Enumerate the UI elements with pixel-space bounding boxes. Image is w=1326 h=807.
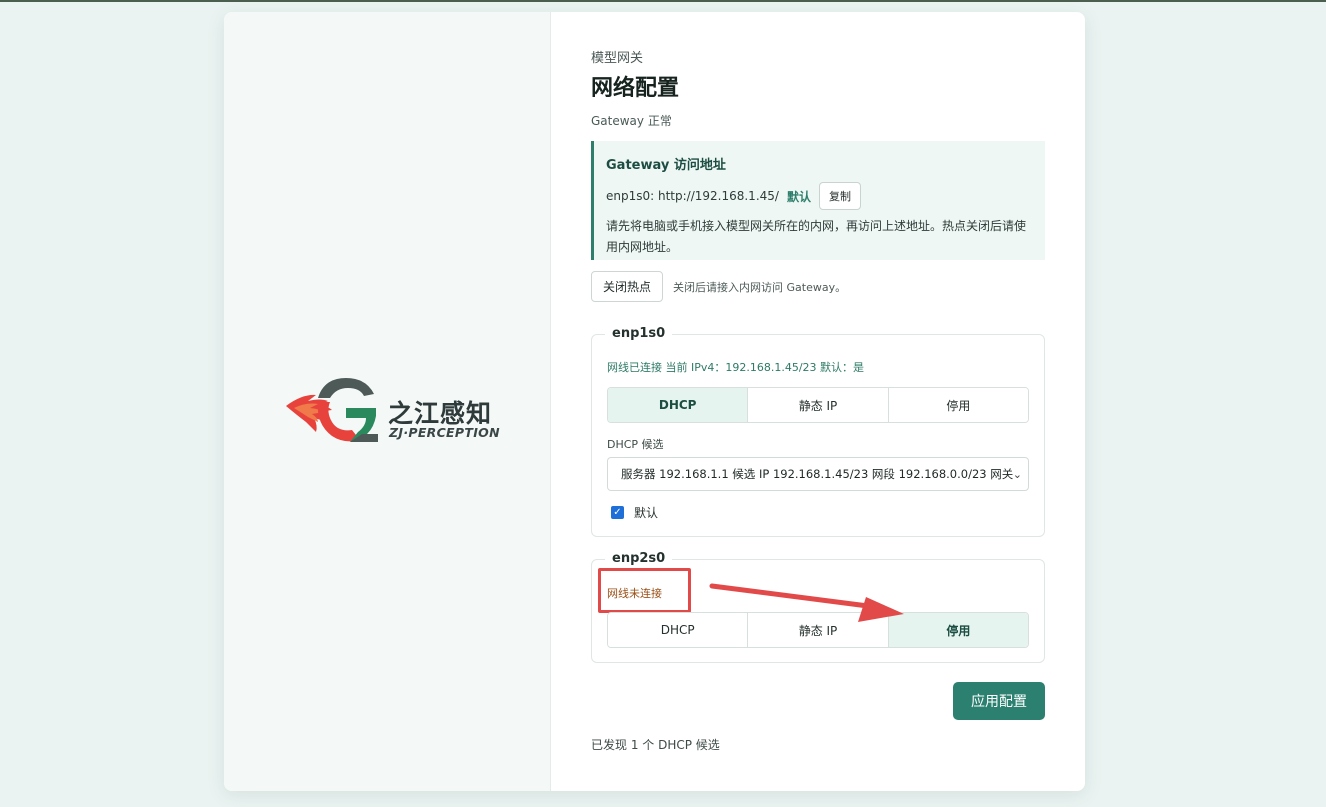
- mode-disabled[interactable]: 停用: [888, 388, 1028, 422]
- interface-status: 网线已连接 当前 IPv4：192.168.1.45/23 默认：是: [607, 361, 865, 374]
- page-title: 网络配置: [591, 76, 680, 101]
- notice-description: 请先将电脑或手机接入模型网关所在的内网，再访问上述地址。热点关闭后请使用内网地址…: [606, 219, 1027, 254]
- interface-name: enp2s0: [605, 551, 673, 566]
- dhcp-candidate-label: DHCP 候选: [607, 438, 664, 451]
- default-tag: 默认: [786, 189, 811, 204]
- mode-static-ip[interactable]: 静态 IP: [748, 388, 889, 422]
- address-row: enp1s0: http://192.168.1.45/ 默认 复制: [606, 182, 1033, 210]
- interface-name: enp1s0: [605, 326, 673, 341]
- logo-g-icon: [286, 378, 378, 442]
- mode-disabled[interactable]: 停用: [888, 613, 1028, 647]
- access-address: enp1s0: http://192.168.1.45/: [606, 189, 779, 203]
- mode-selector: DHCP 静态 IP 停用: [607, 387, 1029, 423]
- notice-title: Gateway 访问地址: [606, 158, 726, 173]
- brand-panel: 之江感知 ZJ·PERCEPTION: [224, 12, 551, 791]
- chevron-down-icon: ⌄: [1012, 468, 1022, 481]
- default-checkbox-row[interactable]: ✓ 默认: [611, 504, 658, 521]
- apply-config-button[interactable]: 应用配置: [953, 682, 1045, 720]
- company-logo: 之江感知 ZJ·PERCEPTION: [280, 364, 500, 454]
- interface-enp1s0: enp1s0 网线已连接 当前 IPv4：192.168.1.45/23 默认：…: [591, 326, 1045, 537]
- gateway-status: Gateway 正常: [591, 114, 672, 128]
- annotation-highlight-box: [598, 568, 691, 613]
- main-content: 模型网关 网络配置 Gateway 正常 Gateway 访问地址 enp1s0…: [551, 12, 1085, 791]
- close-hotspot-button[interactable]: 关闭热点: [591, 271, 664, 302]
- mode-static-ip[interactable]: 静态 IP: [748, 613, 889, 647]
- mode-selector: DHCP 静态 IP 停用: [607, 612, 1029, 648]
- dhcp-candidates-count: 已发现 1 个 DHCP 候选: [591, 738, 720, 752]
- copy-button[interactable]: 复制: [818, 182, 861, 210]
- hotspot-row: 关闭热点 关闭后请接入内网访问 Gateway。: [591, 271, 846, 302]
- default-checkbox-label: 默认: [634, 506, 659, 520]
- interface-enp2s0: enp2s0 网线未连接 DHCP 静态 IP 停用: [591, 551, 1045, 663]
- checkbox-checked-icon[interactable]: ✓: [611, 506, 624, 519]
- hotspot-hint: 关闭后请接入内网访问 Gateway。: [673, 280, 847, 294]
- logo-name-en: ZJ·PERCEPTION: [389, 425, 500, 440]
- config-card: 之江感知 ZJ·PERCEPTION 模型网关 网络配置 Gateway 正常 …: [224, 12, 1085, 791]
- mode-dhcp[interactable]: DHCP: [608, 613, 749, 647]
- dhcp-candidate-select[interactable]: 服务器 192.168.1.1 候选 IP 192.168.1.45/23 网段…: [607, 457, 1029, 491]
- top-border: [0, 0, 1326, 2]
- dhcp-candidate-value: 服务器 192.168.1.1 候选 IP 192.168.1.45/23 网段…: [621, 467, 1014, 481]
- access-address-notice: Gateway 访问地址 enp1s0: http://192.168.1.45…: [591, 141, 1045, 260]
- mode-dhcp[interactable]: DHCP: [608, 388, 749, 422]
- page-eyebrow: 模型网关: [591, 51, 644, 66]
